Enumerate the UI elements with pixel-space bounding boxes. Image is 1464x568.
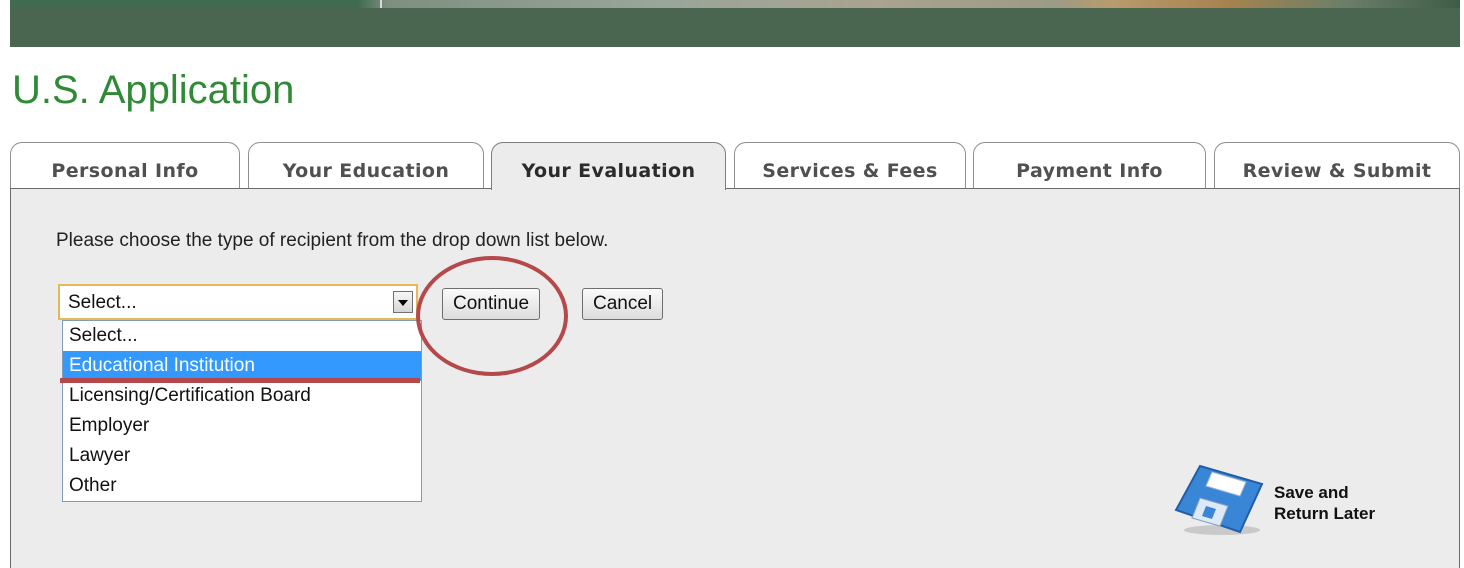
dropdown-option-lawyer[interactable]: Lawyer (63, 441, 421, 471)
dropdown-option-licensing-board[interactable]: Licensing/Certification Board (63, 381, 421, 411)
cancel-button[interactable]: Cancel (582, 288, 664, 320)
tab-services-fees[interactable]: Services & Fees (734, 142, 966, 188)
dropdown-option-educational-institution[interactable]: Educational Institution (63, 351, 421, 381)
tab-payment-info[interactable]: Payment Info (973, 142, 1206, 188)
annotation-underline (60, 378, 420, 383)
chevron-down-icon[interactable] (393, 291, 413, 313)
save-and-return-later-button[interactable]: Save and Return Later (1170, 462, 1450, 538)
tab-your-evaluation[interactable]: Your Evaluation (491, 142, 726, 190)
save-later-line1: Save and (1274, 483, 1349, 502)
recipient-dropdown-list: Select... Educational Institution Licens… (62, 320, 422, 502)
select-current-value: Select... (68, 292, 137, 313)
floppy-disk-icon (1174, 464, 1264, 535)
header-banner (10, 0, 1460, 47)
instructions-text: Please choose the type of recipient from… (56, 230, 609, 251)
banner-photo-divider (380, 0, 382, 8)
tab-review-submit[interactable]: Review & Submit (1214, 142, 1460, 188)
continue-button[interactable]: Continue (442, 288, 541, 320)
page-title: U.S. Application (12, 68, 295, 112)
dropdown-option-other[interactable]: Other (63, 471, 421, 501)
tab-your-education[interactable]: Your Education (248, 142, 484, 188)
tab-personal-info[interactable]: Personal Info (10, 142, 240, 188)
save-later-line2: Return Later (1274, 504, 1376, 523)
banner-photo-strip (10, 0, 1460, 8)
recipient-type-select[interactable]: Select... (58, 284, 418, 320)
dropdown-option-employer[interactable]: Employer (63, 411, 421, 441)
dropdown-option-select[interactable]: Select... (63, 321, 421, 351)
